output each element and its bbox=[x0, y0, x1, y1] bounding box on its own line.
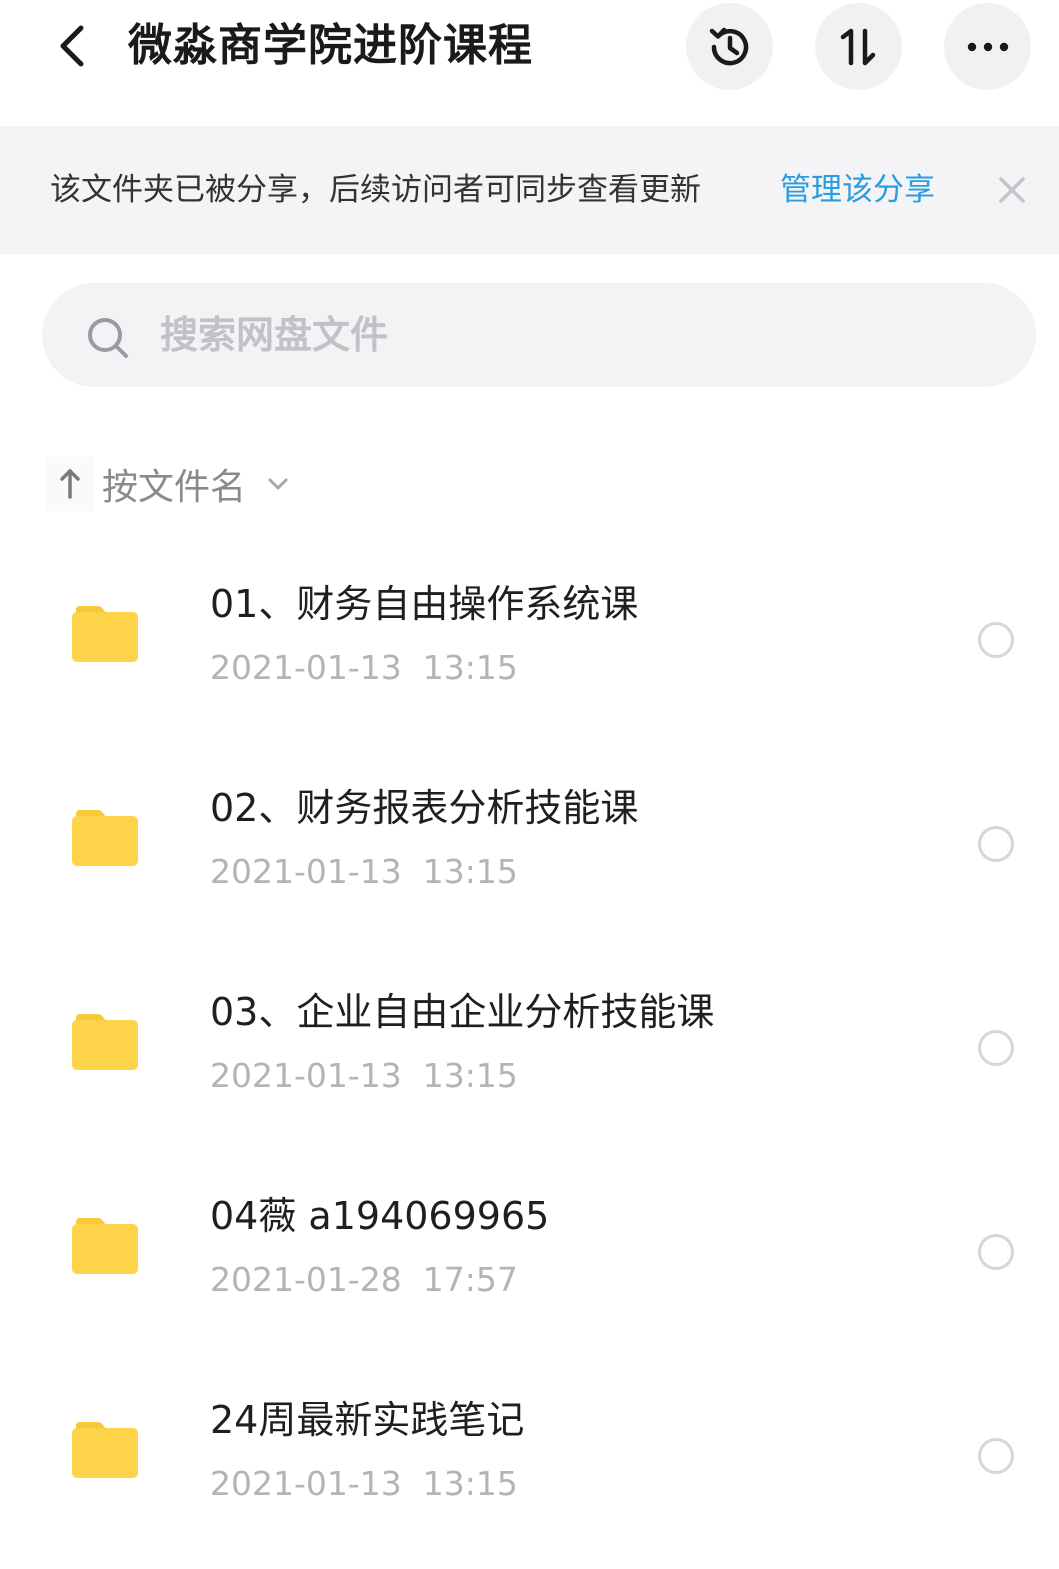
list-item[interactable]: 02、财务报表分析技能课 2021-01-13 13:15 bbox=[0, 740, 1059, 944]
file-date: 2021-01-13 13:15 bbox=[210, 1464, 518, 1503]
search-placeholder: 搜索网盘文件 bbox=[160, 313, 389, 357]
close-banner-button[interactable] bbox=[990, 168, 1034, 212]
select-checkbox[interactable] bbox=[978, 622, 1014, 658]
folder-icon bbox=[72, 606, 138, 662]
chevron-down-icon bbox=[266, 472, 290, 496]
file-date: 2021-01-28 17:57 bbox=[210, 1260, 518, 1299]
sort-direction[interactable] bbox=[46, 457, 94, 511]
back-button[interactable] bbox=[44, 14, 100, 78]
history-icon bbox=[709, 27, 748, 65]
sort-selector[interactable]: 按文件名 bbox=[46, 457, 290, 511]
file-name: 01、财务自由操作系统课 bbox=[210, 582, 639, 626]
sort-icon bbox=[840, 28, 875, 65]
file-list: 01、财务自由操作系统课 2021-01-13 13:15 02、财务报表分析技… bbox=[0, 536, 1059, 1556]
list-item[interactable]: 03、企业自由企业分析技能课 2021-01-13 13:15 bbox=[0, 944, 1059, 1148]
close-icon bbox=[999, 177, 1025, 203]
share-notice-text: 该文件夹已被分享，后续访问者可同步查看更新 bbox=[50, 172, 701, 208]
select-checkbox[interactable] bbox=[978, 1234, 1014, 1270]
history-button[interactable] bbox=[686, 3, 773, 90]
list-item[interactable]: 04薇 a194069965 2021-01-28 17:57 bbox=[0, 1148, 1059, 1352]
page-title: 微淼商学院进阶课程 bbox=[128, 20, 533, 71]
arrow-up-icon bbox=[60, 469, 80, 499]
select-checkbox[interactable] bbox=[978, 1438, 1014, 1474]
sort-button[interactable] bbox=[815, 3, 902, 90]
file-name: 03、企业自由企业分析技能课 bbox=[210, 990, 715, 1034]
file-name: 04薇 a194069965 bbox=[210, 1194, 550, 1238]
folder-icon bbox=[72, 810, 138, 866]
folder-icon bbox=[72, 1422, 138, 1478]
list-item[interactable]: 24周最新实践笔记 2021-01-13 13:15 bbox=[0, 1352, 1059, 1556]
app-header: 微淼商学院进阶课程 bbox=[0, 0, 1059, 126]
more-icon bbox=[967, 42, 1008, 51]
list-item[interactable]: 01、财务自由操作系统课 2021-01-13 13:15 bbox=[0, 536, 1059, 740]
folder-icon bbox=[72, 1218, 138, 1274]
chevron-left-icon bbox=[60, 25, 84, 67]
sort-label: 按文件名 bbox=[102, 467, 247, 508]
file-date: 2021-01-13 13:15 bbox=[210, 852, 518, 891]
manage-share-link[interactable]: 管理该分享 bbox=[780, 126, 935, 254]
select-checkbox[interactable] bbox=[978, 826, 1014, 862]
file-date: 2021-01-13 13:15 bbox=[210, 648, 518, 687]
select-checkbox[interactable] bbox=[978, 1030, 1014, 1066]
more-button[interactable] bbox=[944, 3, 1031, 90]
search-icon bbox=[88, 318, 128, 358]
file-name: 02、财务报表分析技能课 bbox=[210, 786, 639, 830]
folder-icon bbox=[72, 1014, 138, 1070]
file-name: 24周最新实践笔记 bbox=[210, 1398, 525, 1442]
file-date: 2021-01-13 13:15 bbox=[210, 1056, 518, 1095]
share-banner: 该文件夹已被分享，后续访问者可同步查看更新 管理该分享 bbox=[0, 126, 1059, 254]
